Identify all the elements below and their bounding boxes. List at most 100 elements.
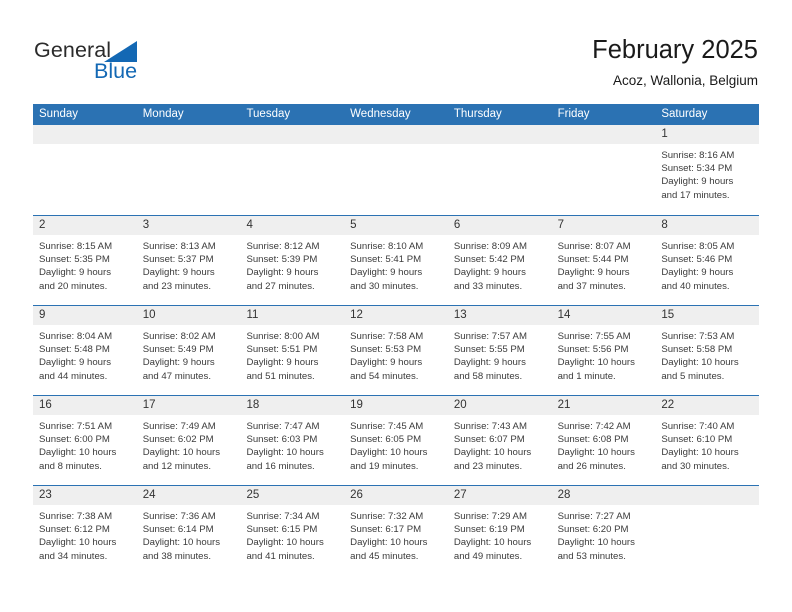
calendar-day-cell[interactable]: 9 Sunrise: 8:04 AM Sunset: 5:48 PM Daylight… (33, 306, 137, 395)
day-detail-line: Sunset: 6:08 PM (557, 434, 629, 446)
calendar-day-cell[interactable]: 20 Sunrise: 7:43 AM Sunset: 6:07 PM Dayligh… (447, 396, 552, 485)
day-number: 25 (246, 489, 260, 501)
calendar-day-cell[interactable]: 21 Sunrise: 7:42 AM Sunset: 6:08 PM Dayligh… (551, 396, 656, 485)
calendar-day-cell[interactable]: 27 Sunrise: 7:29 AM Sunset: 6:19 PM Dayligh… (447, 486, 552, 575)
day-detail-line: Sunrise: 7:51 AM (39, 421, 113, 432)
day-detail-line: Daylight: 10 hours (557, 447, 635, 459)
day-detail-line: Daylight: 9 hours (142, 267, 215, 279)
day-number-band: 10 (136, 306, 241, 325)
day-number: 11 (246, 309, 259, 321)
calendar-day-cell[interactable]: 10 Sunrise: 8:02 AM Sunset: 5:49 PM Dayligh… (136, 306, 241, 395)
calendar-day-cell[interactable]: 8 Sunrise: 8:05 AM Sunset: 5:46 PM Daylight… (655, 216, 760, 305)
day-details: Sunrise: 7:51 AM Sunset: 6:00 PM Daylight:… (33, 415, 137, 473)
calendar-day-cell[interactable]: 18 Sunrise: 7:47 AM Sunset: 6:03 PM Dayligh… (240, 396, 345, 485)
day-number-band: 14 (551, 306, 656, 325)
calendar-day-cell[interactable]: 1 Sunrise: 8:16 AM Sunset: 5:34 PM Daylight… (655, 125, 760, 215)
day-number-band: 21 (551, 396, 656, 415)
day-number: 7 (557, 219, 564, 231)
day-detail-line: Daylight: 9 hours (142, 357, 215, 369)
calendar-week-row: 2 Sunrise: 8:15 AM Sunset: 5:35 PM Daylight… (33, 215, 760, 305)
day-detail-line: and 5 minutes. (661, 370, 725, 382)
day-number-band (136, 125, 241, 144)
calendar-day-cell[interactable]: 7 Sunrise: 8:07 AM Sunset: 5:44 PM Daylight… (551, 216, 656, 305)
calendar-day-cell[interactable]: 26 Sunrise: 7:32 AM Sunset: 6:17 PM Dayligh… (344, 486, 448, 575)
day-detail-line: Sunrise: 7:29 AM (453, 511, 527, 522)
day-detail-line: and 37 minutes. (557, 280, 626, 292)
day-detail-line: Sunset: 6:12 PM (39, 524, 110, 536)
day-detail-line: Sunrise: 7:36 AM (142, 511, 216, 522)
page-title: February 2025 (592, 36, 758, 64)
day-number: 8 (661, 219, 668, 231)
calendar-day-cell[interactable]: 13 Sunrise: 7:57 AM Sunset: 5:55 PM Dayligh… (447, 306, 552, 395)
calendar-day-cell[interactable]: 17 Sunrise: 7:49 AM Sunset: 6:02 PM Dayligh… (136, 396, 241, 485)
day-detail-line: and 51 minutes. (246, 370, 315, 382)
day-detail-line: Sunset: 6:05 PM (350, 434, 422, 446)
day-details: Sunrise: 7:55 AM Sunset: 5:56 PM Daylight:… (552, 325, 656, 383)
day-detail-line: and 16 minutes. (246, 460, 315, 472)
calendar-day-cell[interactable]: 4 Sunrise: 8:12 AM Sunset: 5:39 PM Daylight… (240, 216, 345, 305)
day-number-band (240, 125, 345, 144)
calendar-day-cell[interactable]: 28 Sunrise: 7:27 AM Sunset: 6:20 PM Dayligh… (551, 486, 656, 575)
calendar-day-cell[interactable]: 19 Sunrise: 7:45 AM Sunset: 6:05 PM Dayligh… (344, 396, 448, 485)
day-details: Sunrise: 7:47 AM Sunset: 6:03 PM Daylight:… (240, 415, 344, 473)
day-details (137, 144, 241, 149)
day-number-band (551, 125, 656, 144)
calendar-day-cell[interactable]: 23 Sunrise: 7:38 AM Sunset: 6:12 PM Dayligh… (33, 486, 137, 575)
weekday-header-sunday: Sunday (39, 108, 79, 120)
day-detail-line: and 54 minutes. (350, 370, 419, 382)
calendar-day-cell[interactable]: 12 Sunrise: 7:58 AM Sunset: 5:53 PM Dayligh… (344, 306, 448, 395)
day-number-band: 13 (447, 306, 552, 325)
day-details: Sunrise: 8:00 AM Sunset: 5:51 PM Daylight:… (240, 325, 344, 383)
day-detail-line: and 38 minutes. (142, 550, 211, 562)
day-number-band: 24 (136, 486, 241, 505)
day-detail-line: Sunset: 6:07 PM (453, 434, 525, 446)
calendar-day-cell[interactable]: 14 Sunrise: 7:55 AM Sunset: 5:56 PM Dayligh… (551, 306, 656, 395)
day-detail-line: Daylight: 10 hours (246, 447, 324, 459)
day-number-band (655, 486, 760, 505)
day-details: Sunrise: 8:04 AM Sunset: 5:48 PM Daylight:… (33, 325, 137, 383)
day-details: Sunrise: 7:27 AM Sunset: 6:20 PM Daylight:… (552, 505, 656, 563)
day-number-band: 9 (33, 306, 137, 325)
calendar-day-cell[interactable]: 11 Sunrise: 8:00 AM Sunset: 5:51 PM Dayligh… (240, 306, 345, 395)
day-detail-line: Daylight: 9 hours (246, 357, 319, 369)
day-detail-line: Sunrise: 8:12 AM (246, 241, 320, 252)
title-block: February 2025 Acoz, Wallonia, Belgium (592, 34, 758, 91)
calendar-day-cell-empty (136, 125, 241, 215)
day-detail-line: and 40 minutes. (661, 280, 730, 292)
calendar-day-cell[interactable]: 15 Sunrise: 7:53 AM Sunset: 5:58 PM Dayligh… (655, 306, 760, 395)
day-detail-line: and 30 minutes. (350, 280, 419, 292)
day-detail-line: Sunrise: 7:42 AM (557, 421, 631, 432)
calendar-day-cell[interactable]: 5 Sunrise: 8:10 AM Sunset: 5:41 PM Daylight… (344, 216, 448, 305)
calendar-day-cell[interactable]: 25 Sunrise: 7:34 AM Sunset: 6:15 PM Dayligh… (240, 486, 345, 575)
calendar-day-cell[interactable]: 22 Sunrise: 7:40 AM Sunset: 6:10 PM Dayligh… (655, 396, 760, 485)
day-detail-line: and 49 minutes. (453, 550, 523, 562)
day-detail-line: Daylight: 10 hours (142, 447, 221, 459)
calendar-day-cell[interactable]: 6 Sunrise: 8:09 AM Sunset: 5:42 PM Daylight… (447, 216, 552, 305)
day-detail-line: Daylight: 10 hours (142, 537, 221, 549)
day-details: Sunrise: 8:13 AM Sunset: 5:37 PM Daylight:… (137, 235, 241, 293)
day-detail-line: Sunset: 6:00 PM (39, 434, 110, 446)
calendar-day-cell[interactable]: 16 Sunrise: 7:51 AM Sunset: 6:00 PM Dayligh… (33, 396, 137, 485)
day-detail-line: Sunset: 5:41 PM (350, 254, 422, 266)
day-number: 19 (350, 399, 363, 411)
day-detail-line: Sunrise: 7:53 AM (661, 331, 735, 342)
calendar-week-row: 9 Sunrise: 8:04 AM Sunset: 5:48 PM Daylight… (33, 305, 760, 395)
calendar-day-cell[interactable]: 24 Sunrise: 7:36 AM Sunset: 6:14 PM Dayligh… (136, 486, 241, 575)
day-number-band: 28 (551, 486, 656, 505)
calendar-day-cell[interactable]: 2 Sunrise: 8:15 AM Sunset: 5:35 PM Daylight… (33, 216, 137, 305)
calendar-week-row: 16 Sunrise: 7:51 AM Sunset: 6:00 PM Dayligh… (33, 395, 760, 485)
day-details: Sunrise: 8:09 AM Sunset: 5:42 PM Daylight:… (448, 235, 552, 293)
day-detail-line: Daylight: 10 hours (453, 447, 532, 459)
day-number-band: 8 (655, 216, 760, 235)
day-number: 24 (142, 489, 156, 501)
day-number: 26 (350, 489, 363, 501)
day-details: Sunrise: 8:05 AM Sunset: 5:46 PM Daylight:… (655, 235, 759, 293)
day-details (344, 144, 448, 149)
day-details: Sunrise: 8:02 AM Sunset: 5:49 PM Daylight:… (137, 325, 241, 383)
day-number-band: 19 (344, 396, 448, 415)
calendar-day-cell[interactable]: 3 Sunrise: 8:13 AM Sunset: 5:37 PM Daylight… (136, 216, 241, 305)
day-number-band: 18 (240, 396, 345, 415)
day-number: 14 (557, 309, 571, 321)
day-detail-line: and 23 minutes. (142, 280, 211, 292)
day-number-band: 12 (344, 306, 448, 325)
